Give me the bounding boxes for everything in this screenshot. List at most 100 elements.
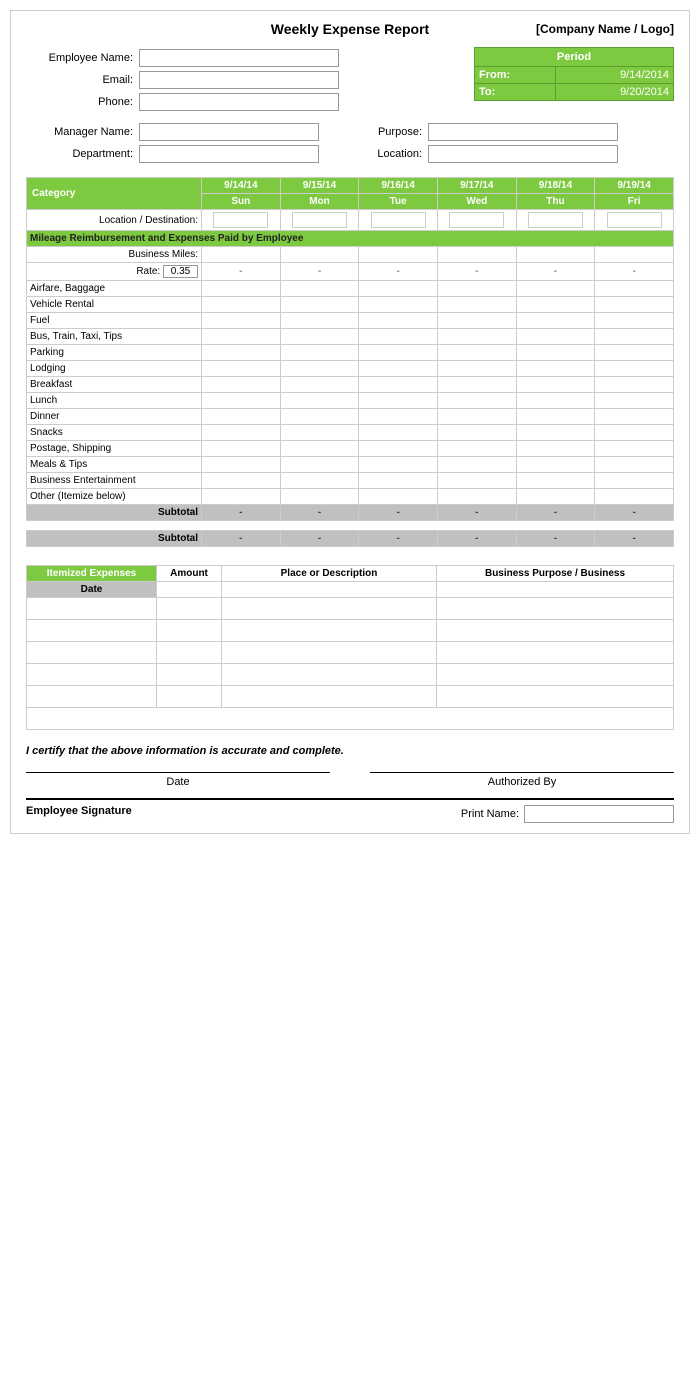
bus-wed[interactable] — [441, 331, 513, 342]
location-thu[interactable] — [528, 212, 583, 228]
item-date-4[interactable] — [31, 669, 152, 680]
dinner-mon[interactable] — [284, 411, 356, 422]
dinner-thu[interactable] — [520, 411, 592, 422]
item-purpose-4[interactable] — [441, 669, 669, 680]
other-wed[interactable] — [441, 491, 513, 502]
item-date-3[interactable] — [31, 647, 152, 658]
lunch-tue[interactable] — [362, 395, 434, 406]
vehicle-tue[interactable] — [362, 299, 434, 310]
bizent-tue[interactable] — [362, 475, 434, 486]
breakfast-fri[interactable] — [598, 379, 670, 390]
snacks-mon[interactable] — [284, 427, 356, 438]
item-purpose-2[interactable] — [441, 625, 669, 636]
parking-mon[interactable] — [284, 347, 356, 358]
other-mon[interactable] — [284, 491, 356, 502]
lunch-wed[interactable] — [441, 395, 513, 406]
item-purpose-1[interactable] — [441, 603, 669, 614]
rate-input[interactable] — [163, 265, 198, 278]
vehicle-sun[interactable] — [205, 299, 277, 310]
meals-fri[interactable] — [598, 459, 670, 470]
bus-tue[interactable] — [362, 331, 434, 342]
airfare-fri[interactable] — [598, 283, 670, 294]
location-fri[interactable] — [607, 212, 662, 228]
breakfast-tue[interactable] — [362, 379, 434, 390]
postage-wed[interactable] — [441, 443, 513, 454]
miles-tue[interactable] — [362, 249, 434, 260]
fuel-fri[interactable] — [598, 315, 670, 326]
dinner-fri[interactable] — [598, 411, 670, 422]
postage-mon[interactable] — [284, 443, 356, 454]
item-place-4[interactable] — [226, 669, 432, 680]
bus-fri[interactable] — [598, 331, 670, 342]
department-input[interactable] — [139, 145, 319, 163]
location-mon[interactable] — [292, 212, 347, 228]
lodging-thu[interactable] — [520, 363, 592, 374]
phone-input[interactable] — [139, 93, 339, 111]
snacks-tue[interactable] — [362, 427, 434, 438]
miles-mon[interactable] — [284, 249, 356, 260]
breakfast-sun[interactable] — [205, 379, 277, 390]
vehicle-fri[interactable] — [598, 299, 670, 310]
item-amount-3[interactable] — [161, 647, 217, 658]
bus-sun[interactable] — [205, 331, 277, 342]
lunch-thu[interactable] — [520, 395, 592, 406]
item-purpose-5[interactable] — [441, 691, 669, 702]
fuel-thu[interactable] — [520, 315, 592, 326]
item-date-1[interactable] — [31, 603, 152, 614]
item-purpose-3[interactable] — [441, 647, 669, 658]
vehicle-mon[interactable] — [284, 299, 356, 310]
location-sun[interactable] — [213, 212, 268, 228]
postage-fri[interactable] — [598, 443, 670, 454]
email-input[interactable] — [139, 71, 339, 89]
snacks-sun[interactable] — [205, 427, 277, 438]
item-date-5[interactable] — [31, 691, 152, 702]
item-place-1[interactable] — [226, 603, 432, 614]
item-date-2[interactable] — [31, 625, 152, 636]
bizent-sun[interactable] — [205, 475, 277, 486]
purpose-input[interactable] — [428, 123, 618, 141]
lodging-tue[interactable] — [362, 363, 434, 374]
dinner-wed[interactable] — [441, 411, 513, 422]
meals-sun[interactable] — [205, 459, 277, 470]
parking-thu[interactable] — [520, 347, 592, 358]
snacks-thu[interactable] — [520, 427, 592, 438]
item-amount-1[interactable] — [161, 603, 217, 614]
breakfast-wed[interactable] — [441, 379, 513, 390]
snacks-fri[interactable] — [598, 427, 670, 438]
fuel-tue[interactable] — [362, 315, 434, 326]
postage-thu[interactable] — [520, 443, 592, 454]
meals-thu[interactable] — [520, 459, 592, 470]
miles-wed[interactable] — [441, 249, 513, 260]
miles-thu[interactable] — [520, 249, 592, 260]
item-amount-4[interactable] — [161, 669, 217, 680]
postage-tue[interactable] — [362, 443, 434, 454]
vehicle-thu[interactable] — [520, 299, 592, 310]
lunch-sun[interactable] — [205, 395, 277, 406]
other-thu[interactable] — [520, 491, 592, 502]
lodging-wed[interactable] — [441, 363, 513, 374]
bizent-wed[interactable] — [441, 475, 513, 486]
fuel-sun[interactable] — [205, 315, 277, 326]
meals-mon[interactable] — [284, 459, 356, 470]
parking-tue[interactable] — [362, 347, 434, 358]
bizent-mon[interactable] — [284, 475, 356, 486]
airfare-sun[interactable] — [205, 283, 277, 294]
dinner-sun[interactable] — [205, 411, 277, 422]
employee-name-input[interactable] — [139, 49, 339, 67]
dinner-tue[interactable] — [362, 411, 434, 422]
snacks-wed[interactable] — [441, 427, 513, 438]
airfare-mon[interactable] — [284, 283, 356, 294]
location-wed[interactable] — [449, 212, 504, 228]
other-sun[interactable] — [205, 491, 277, 502]
airfare-wed[interactable] — [441, 283, 513, 294]
location-tue[interactable] — [371, 212, 426, 228]
lodging-fri[interactable] — [598, 363, 670, 374]
fuel-mon[interactable] — [284, 315, 356, 326]
parking-fri[interactable] — [598, 347, 670, 358]
item-amount-2[interactable] — [161, 625, 217, 636]
item-place-3[interactable] — [226, 647, 432, 658]
manager-name-input[interactable] — [139, 123, 319, 141]
bizent-fri[interactable] — [598, 475, 670, 486]
miles-sun[interactable] — [205, 249, 277, 260]
item-place-5[interactable] — [226, 691, 432, 702]
